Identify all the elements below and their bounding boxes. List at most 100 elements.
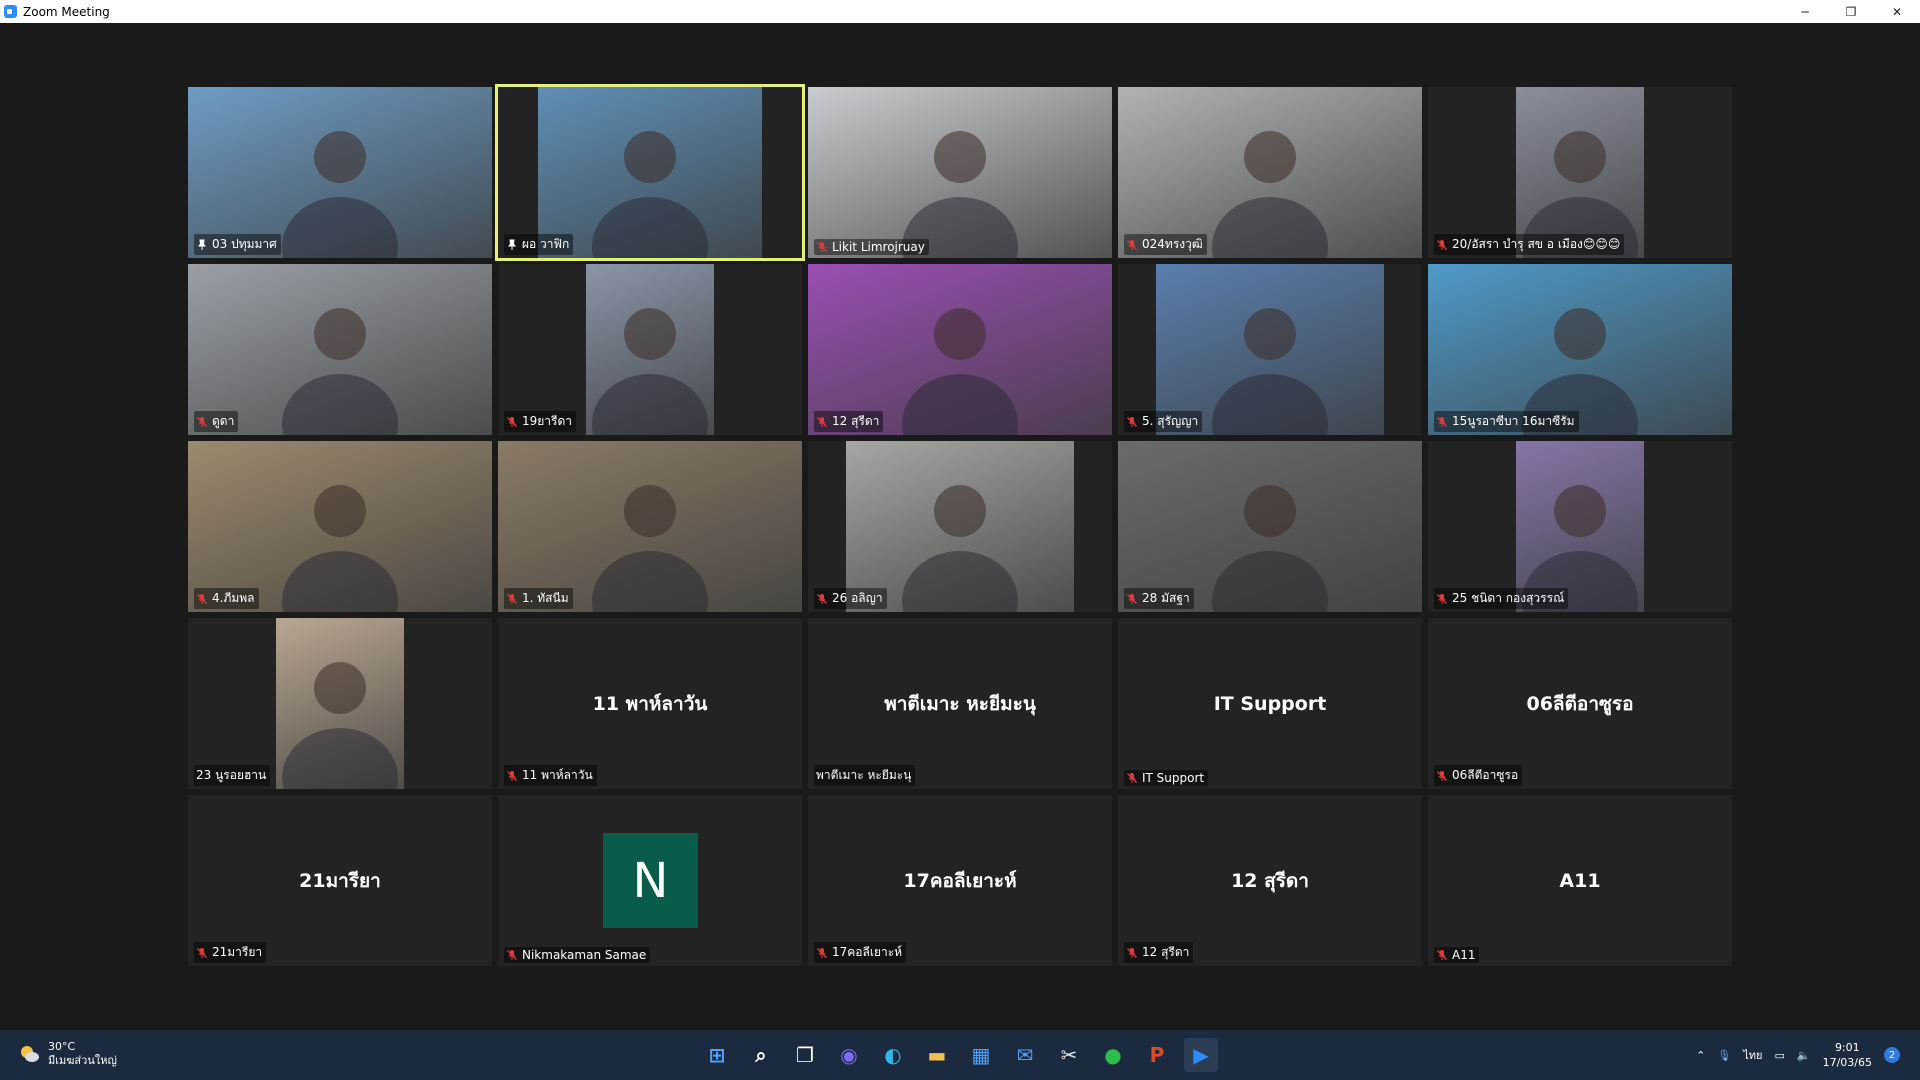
participant-name: IT Support: [1142, 771, 1205, 785]
weather-temp: 30°C: [48, 1040, 76, 1053]
participant-name: Nikmakaman Samae: [522, 948, 647, 962]
participant-video: [1156, 264, 1384, 435]
file-explorer-icon[interactable]: ▬: [920, 1038, 954, 1072]
chevron-up-icon[interactable]: ⌃: [1696, 1049, 1705, 1062]
participant-video: [188, 441, 492, 612]
participant-tile[interactable]: 19ยารีดา: [498, 264, 802, 435]
search-icon[interactable]: ⌕: [744, 1038, 778, 1072]
participant-tile[interactable]: 5. สุรัญญา: [1118, 264, 1422, 435]
participant-display-name: พาตีเมาะ หะยีมะนุ: [884, 692, 1036, 715]
participant-tile[interactable]: 12 สุรีดา 12 สุรีดา: [1118, 795, 1422, 966]
participant-tile[interactable]: 23 นูรอยฮาน: [188, 618, 492, 789]
line-icon[interactable]: ●: [1096, 1038, 1130, 1072]
participant-name-bar: Nikmakaman Samae: [504, 947, 651, 963]
volume-icon[interactable]: 🔈: [1797, 1049, 1811, 1062]
person-silhouette-icon: [282, 662, 398, 789]
participant-tile[interactable]: Likit Limrojruay: [808, 87, 1112, 258]
participant-tile[interactable]: ผอ วาฟิก: [495, 84, 805, 261]
taskbar: 30°C มีเมฆส่วนใหญ่ ⊞ ⌕ ❐ ◉ ◐ ▬ ▦ ✉ ✂ ● P ▶ ⌃ 🎙 ไทย …: [0, 1030, 1920, 1080]
participant-tile[interactable]: IT Support IT Support: [1118, 618, 1422, 789]
participant-name: 1. ทัสนีม: [522, 591, 569, 605]
participant-name: 024ทรงวุฒิ: [1142, 237, 1203, 251]
participant-tile[interactable]: 03 ปทุมมาศ: [188, 87, 492, 258]
gallery-view: 03 ปทุมมาศ ผอ วาฟิก Likit Limrojruay 024ทรง…: [0, 23, 1920, 1030]
participant-name-bar: 19ยารีดา: [504, 411, 577, 432]
participant-video: [188, 264, 492, 435]
chat-icon[interactable]: ◉: [832, 1038, 866, 1072]
participant-tile[interactable]: ดูดา: [188, 264, 492, 435]
weather-widget[interactable]: 30°C มีเมฆส่วนใหญ่: [18, 1040, 117, 1068]
window-title: Zoom Meeting: [23, 4, 110, 19]
participant-tile[interactable]: 21มารียา 21มารียา: [188, 795, 492, 966]
participant-name-bar: 15นูรอาซีบา 16มาซีรัม: [1434, 411, 1579, 432]
muted-mic-icon: [817, 416, 827, 427]
zoom-icon[interactable]: ▶: [1184, 1038, 1218, 1072]
participant-tile[interactable]: 12 สุรีดา: [808, 264, 1112, 435]
participant-name: 03 ปทุมมาศ: [212, 237, 277, 251]
store-icon[interactable]: ▦: [964, 1038, 998, 1072]
language-indicator[interactable]: ไทย: [1743, 1046, 1762, 1064]
muted-mic-icon: [197, 947, 207, 958]
network-icon[interactable]: ▭: [1774, 1049, 1784, 1062]
participant-tile[interactable]: 11 พาห์ลาวัน 11 พาห์ลาวัน: [498, 618, 802, 789]
snipping-tool-icon[interactable]: ✂: [1052, 1038, 1086, 1072]
person-silhouette-icon: [902, 308, 1018, 435]
participant-name: A11: [1452, 948, 1476, 962]
person-silhouette-icon: [1522, 308, 1638, 435]
muted-mic-icon: [1437, 950, 1447, 960]
minimize-button[interactable]: ─: [1782, 0, 1828, 23]
participant-name-bar: 06ลีตีอาซูรอ: [1434, 765, 1523, 786]
participant-name: 26 อลิญา: [832, 591, 883, 605]
participant-video: [808, 87, 1112, 258]
participant-name-bar: 23 นูรอยฮาน: [194, 765, 271, 786]
participant-tile[interactable]: N Nikmakaman Samae: [498, 795, 802, 966]
participant-tile[interactable]: 26 อลิญา: [808, 441, 1112, 612]
participant-name-bar: 25 ชนิดา กองสุวรรณ์: [1434, 588, 1569, 609]
muted-mic-icon: [817, 593, 827, 604]
person-silhouette-icon: [282, 308, 398, 435]
zoom-app-icon: [4, 5, 17, 18]
participant-video: [1118, 87, 1422, 258]
close-button[interactable]: ✕: [1874, 0, 1920, 23]
participant-tile[interactable]: พาตีเมาะ หะยีมะนุ พาตีเมาะ หะยีมะนุ: [808, 618, 1112, 789]
participant-name-bar: 12 สุรีดา: [1124, 942, 1194, 963]
participant-tile[interactable]: 1. ทัสนีม: [498, 441, 802, 612]
participant-name: 11 พาห์ลาวัน: [522, 768, 593, 782]
participant-name: 19ยารีดา: [522, 414, 573, 428]
mail-icon[interactable]: ✉: [1008, 1038, 1042, 1072]
person-silhouette-icon: [592, 308, 708, 435]
participant-video: [276, 618, 404, 789]
start-icon[interactable]: ⊞: [700, 1038, 734, 1072]
participant-name-bar: 12 สุรีดา: [814, 411, 884, 432]
microphone-icon[interactable]: 🎙: [1717, 1049, 1731, 1062]
powerpoint-icon[interactable]: P: [1140, 1038, 1174, 1072]
task-view-icon[interactable]: ❐: [788, 1038, 822, 1072]
participant-tile[interactable]: 25 ชนิดา กองสุวรรณ์: [1428, 441, 1732, 612]
participant-name-bar: 03 ปทุมมาศ: [194, 234, 281, 255]
person-silhouette-icon: [1212, 308, 1328, 435]
notification-badge[interactable]: 2: [1884, 1047, 1900, 1063]
participant-tile[interactable]: 4.ภีมพล: [188, 441, 492, 612]
participant-tile[interactable]: 20/อัสรา บำรุ สข อ เมือง😊😊😊: [1428, 87, 1732, 258]
participant-tile[interactable]: 17คอลีเยาะห์ 17คอลีเยาะห์: [808, 795, 1112, 966]
participant-tile[interactable]: 15นูรอาซีบา 16มาซีรัม: [1428, 264, 1732, 435]
person-silhouette-icon: [282, 485, 398, 612]
edge-icon[interactable]: ◐: [876, 1038, 910, 1072]
restore-button[interactable]: ❐: [1828, 0, 1874, 23]
muted-mic-icon: [507, 593, 517, 604]
participant-tile[interactable]: 28 มัสฐา: [1118, 441, 1422, 612]
participant-tile[interactable]: 024ทรงวุฒิ: [1118, 87, 1422, 258]
participant-display-name: 21มารียา: [299, 869, 381, 892]
participant-tile[interactable]: A11 A11: [1428, 795, 1732, 966]
participant-display-name: 17คอลีเยาะห์: [903, 869, 1017, 892]
participant-name: 21มารียา: [212, 945, 263, 959]
person-silhouette-icon: [1522, 485, 1638, 612]
participant-name-bar: A11: [1434, 947, 1480, 963]
clock[interactable]: 9:01 17/03/65: [1823, 1040, 1872, 1070]
participant-video: [1516, 87, 1644, 258]
participant-tile[interactable]: 06ลีตีอาซูรอ 06ลีตีอาซูรอ: [1428, 618, 1732, 789]
participant-name-bar: 024ทรงวุฒิ: [1124, 234, 1207, 255]
participant-name: 12 สุรีดา: [1142, 945, 1190, 959]
pin-icon: [508, 239, 516, 250]
participant-display-name: 06ลีตีอาซูรอ: [1526, 692, 1634, 715]
